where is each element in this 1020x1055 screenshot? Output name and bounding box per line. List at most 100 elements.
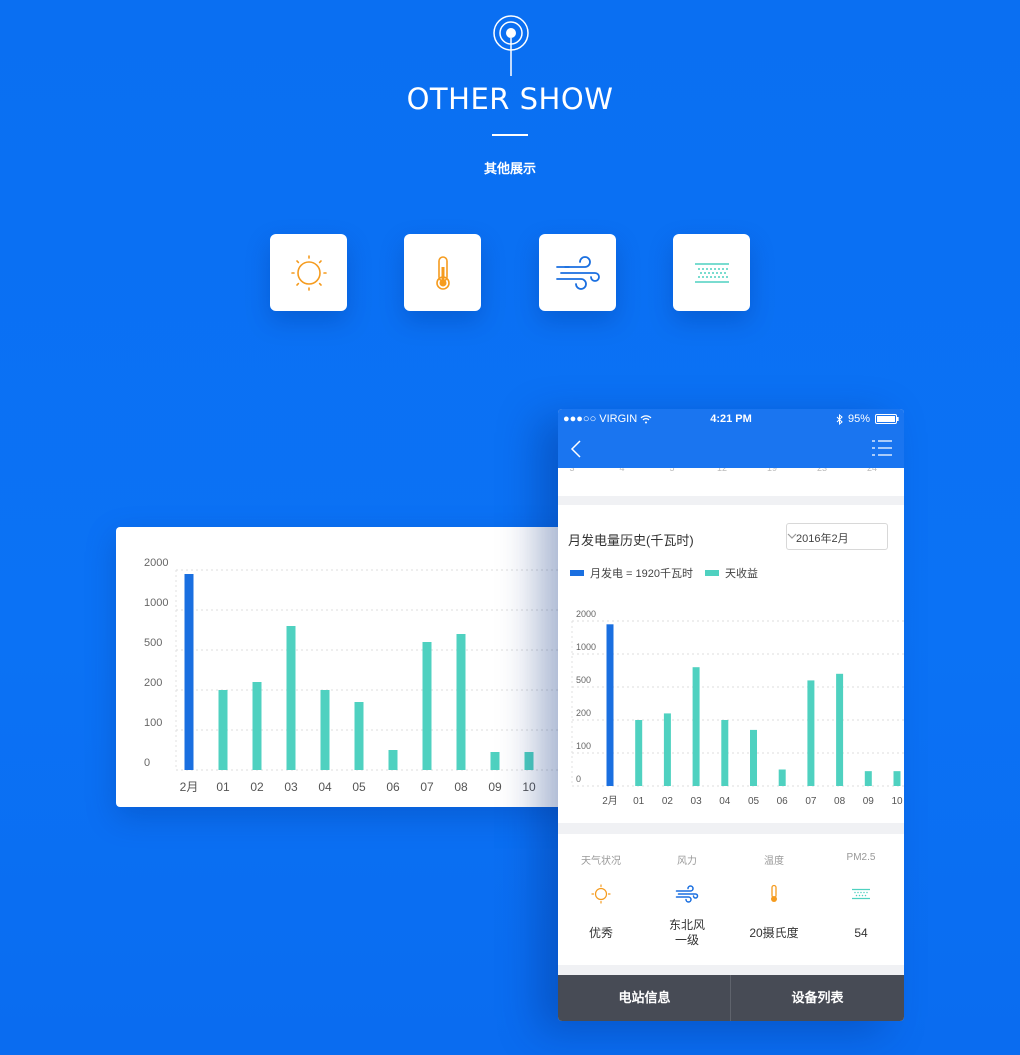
- peek-tick-label: 5: [669, 468, 674, 473]
- x-tick-label: 02: [250, 780, 264, 794]
- left-chart-card: 0 100 200 500 1000 2000 2月 01 02 03 04 05 06 07 08 09 10: [116, 527, 586, 807]
- y-tick-label: 2000: [144, 557, 168, 569]
- phone-bar-chart: 0 100 200 500 1000 2000 2月 01 02 03 04 05 06 07 08 09 10: [571, 609, 904, 807]
- list-menu-icon[interactable]: [872, 439, 892, 457]
- stat-wind-value-line1: 东北风: [668, 918, 705, 932]
- x-tick-label: 05: [748, 796, 760, 807]
- sun-tile[interactable]: [270, 234, 347, 311]
- previous-chart-peek: 3 4 5 12 19 23 24: [558, 463, 904, 496]
- stat-wind: 风力 东北风 一级: [644, 834, 730, 965]
- phone-mockup: ●●●○○ VIRGIN 4:21 PM 95% 3 4 5 12 19 23 …: [558, 409, 904, 1021]
- chart-bar: [692, 667, 700, 786]
- x-tick-label: 07: [805, 796, 817, 807]
- y-tick-label: 1000: [576, 642, 596, 652]
- x-tick-label: 03: [691, 796, 703, 807]
- stat-temperature-value: 20摄氏度: [749, 926, 799, 940]
- sun-icon: [591, 884, 611, 904]
- x-tick-label: 07: [420, 780, 434, 794]
- peek-tick-label: 3: [569, 468, 574, 473]
- battery-icon: [875, 414, 899, 424]
- x-tick-label: 01: [633, 796, 645, 807]
- x-tick-label: 04: [318, 780, 332, 794]
- x-tick-label: 05: [352, 780, 366, 794]
- x-tick-label: 02: [662, 796, 674, 807]
- y-tick-label: 0: [144, 757, 150, 769]
- peek-tick-label: 19: [767, 468, 777, 473]
- stat-pm25-label: PM2.5: [846, 852, 876, 863]
- stat-pm25-value: 54: [854, 926, 868, 940]
- stat-weather-label: 天气状况: [581, 856, 621, 867]
- chart-bar: [807, 680, 815, 786]
- x-tick-label: 2月: [180, 780, 199, 794]
- chart-bar: [286, 626, 296, 770]
- chart-bar: [252, 682, 262, 770]
- chart-bar: [778, 769, 786, 786]
- peek-tick-label: 23: [817, 468, 827, 473]
- x-tick-label: 2月: [602, 795, 618, 807]
- y-tick-label: 1000: [144, 597, 168, 609]
- y-tick-label: 2000: [576, 609, 596, 619]
- chart-bar: [893, 771, 901, 786]
- wind-icon: [555, 255, 600, 290]
- y-tick-label: 0: [576, 774, 581, 784]
- pm25-filter-icon: [694, 262, 729, 283]
- temperature-tile[interactable]: [404, 234, 481, 311]
- chart-bar: [320, 690, 330, 770]
- peek-tick-label: 4: [619, 468, 624, 473]
- peek-tick-label: 24: [867, 468, 877, 473]
- y-tick-label: 200: [144, 677, 162, 689]
- chart-bar: [663, 713, 671, 786]
- generation-history-card: 月发电量历史(千瓦时) 2016年2月 月发电 = 1920千瓦时 天收益 01…: [558, 505, 904, 823]
- x-tick-label: 10: [522, 780, 536, 794]
- x-tick-label: 10: [891, 796, 903, 807]
- stat-wind-value: 东北风 一级: [644, 918, 730, 948]
- back-arrow-icon[interactable]: [570, 439, 582, 459]
- chart-bar: [606, 624, 614, 786]
- x-tick-label: 09: [863, 796, 875, 807]
- pm25-tile[interactable]: [673, 234, 750, 311]
- chart-bar: [524, 752, 534, 770]
- chart-bar: [218, 690, 228, 770]
- chart-bar: [354, 702, 364, 770]
- y-tick-label: 500: [144, 637, 162, 649]
- y-tick-label: 100: [144, 717, 162, 729]
- x-tick-label: 08: [834, 796, 846, 807]
- chart-bar: [750, 729, 757, 786]
- tab-device-list[interactable]: 设备列表: [731, 975, 904, 1021]
- y-tick-label: 200: [576, 708, 591, 718]
- chart-bar: [721, 720, 729, 786]
- chart-bar: [388, 750, 398, 770]
- nav-bar: [558, 430, 904, 468]
- stat-temperature: 温度 20摄氏度: [731, 834, 817, 965]
- y-tick-label: 100: [576, 741, 591, 751]
- environment-stats: 天气状况 优秀 风力 东北风 一级 温度 20摄氏度 PM2.5 54: [558, 834, 904, 965]
- x-tick-label: 08: [454, 780, 468, 794]
- chart-bar: [836, 673, 844, 786]
- stat-temperature-label: 温度: [764, 856, 784, 867]
- x-tick-label: 04: [719, 796, 731, 807]
- stat-pm25: PM2.5 54: [818, 834, 904, 965]
- wind-tile[interactable]: [539, 234, 616, 311]
- x-tick-label: 09: [488, 780, 502, 794]
- stat-wind-label: 风力: [677, 856, 697, 867]
- stat-weather: 天气状况 优秀: [558, 834, 644, 965]
- sun-icon: [290, 254, 327, 291]
- tab-station-info[interactable]: 电站信息: [558, 975, 731, 1021]
- wind-icon: [675, 885, 699, 903]
- location-pin-icon: [493, 15, 529, 76]
- title-divider: [492, 134, 528, 136]
- peek-tick-label: 12: [717, 468, 727, 473]
- stat-wind-value-line2: 一级: [674, 933, 699, 947]
- chart-bar: [422, 642, 432, 770]
- chart-bar: [490, 752, 500, 770]
- x-tick-label: 06: [386, 780, 400, 794]
- bluetooth-icon: [836, 413, 843, 425]
- x-tick-label: 06: [777, 796, 789, 807]
- x-tick-label: 01: [216, 780, 230, 794]
- thermometer-icon: [435, 255, 450, 290]
- page-subtitle: 其他展示: [483, 161, 536, 176]
- chart-bar: [456, 634, 466, 770]
- pm25-filter-icon: [852, 888, 870, 900]
- x-tick-label: 03: [284, 780, 298, 794]
- y-tick-label: 500: [576, 675, 591, 685]
